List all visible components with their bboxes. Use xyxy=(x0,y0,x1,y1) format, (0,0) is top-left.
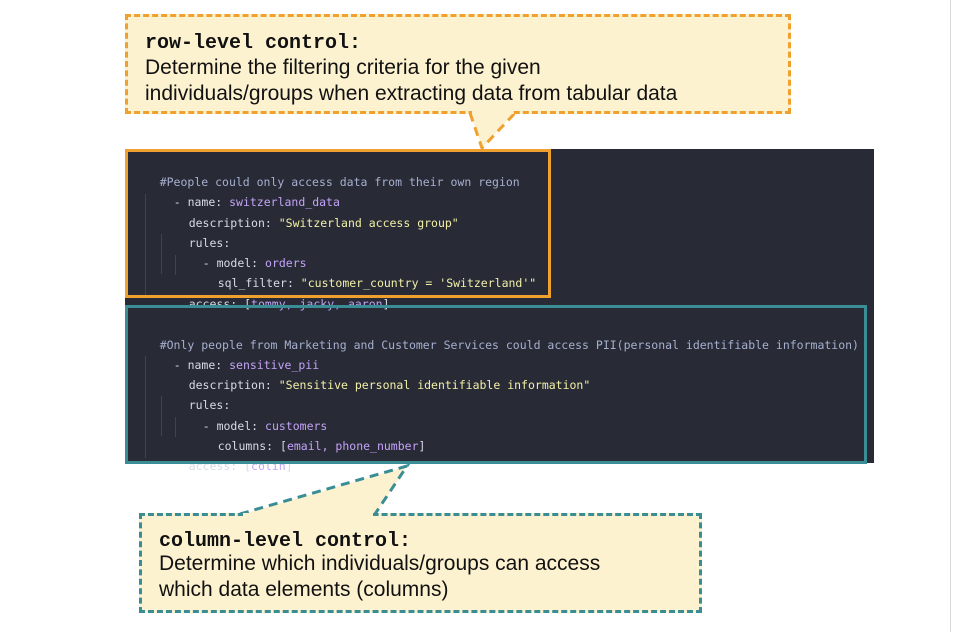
row-level-callout-pointer xyxy=(470,112,515,148)
row-level-highlight-box xyxy=(125,149,551,298)
callout-title: column-level control: xyxy=(159,530,412,553)
row-level-callout-pointer-edge xyxy=(468,111,517,151)
callout-body: Determine the filtering criteria for the… xyxy=(145,56,678,105)
column-level-callout: column-level control: Determine which in… xyxy=(139,513,702,613)
column-level-highlight-box xyxy=(125,305,867,464)
page-right-divider xyxy=(950,0,951,632)
callout-body: Determine which individuals/groups can a… xyxy=(159,552,601,601)
row-level-callout: row-level control: Determine the filteri… xyxy=(125,14,791,114)
callout-title: row-level control: xyxy=(145,32,362,55)
